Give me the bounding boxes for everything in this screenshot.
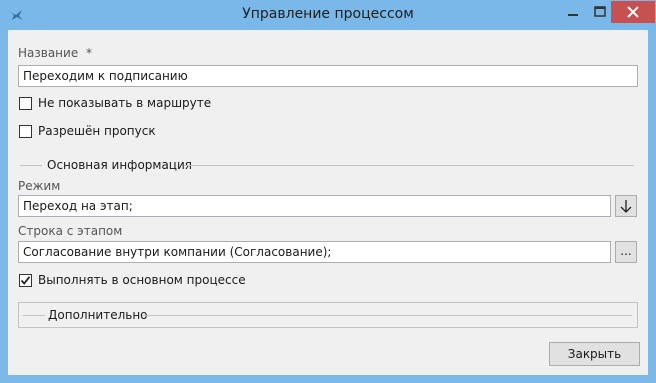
mode-label: Режим	[18, 179, 61, 193]
maximize-icon	[594, 6, 606, 17]
mode-select-button[interactable]	[615, 195, 637, 217]
skip-allowed-checkbox[interactable]	[19, 125, 32, 138]
hide-in-route-label: Не показывать в маршруте	[38, 96, 212, 110]
minimize-button[interactable]	[559, 1, 587, 23]
title-bar[interactable]: Управление процессом	[0, 0, 656, 30]
arrow-down-icon	[620, 200, 632, 213]
required-mark: *	[86, 46, 93, 60]
name-label-text: Название	[18, 46, 79, 60]
name-label: Название *	[18, 46, 92, 60]
hide-in-route-checkbox[interactable]	[19, 97, 32, 110]
stage-row-input[interactable]: Согласование внутри компании (Согласован…	[18, 241, 611, 263]
additional-group[interactable]: Дополнительно	[18, 302, 638, 328]
stage-row-label: Строка с этапом	[18, 224, 123, 238]
name-input[interactable]: Переходим к подписанию	[18, 65, 638, 87]
section-line-right	[184, 165, 634, 166]
additional-line-left	[23, 315, 45, 316]
maximize-button[interactable]	[586, 1, 614, 23]
section-line-left	[20, 165, 42, 166]
main-info-section-title: Основная информация	[47, 158, 192, 172]
process-management-window: Управление процессом Название * Переходи…	[0, 0, 656, 383]
minimize-icon	[568, 14, 578, 16]
mode-input[interactable]: Переход на этап;	[18, 195, 611, 217]
additional-section-title: Дополнительно	[48, 308, 148, 322]
run-in-main-label: Выполнять в основном процессе	[38, 273, 246, 287]
additional-line-right	[142, 315, 632, 316]
checkmark-icon	[20, 276, 31, 285]
close-button[interactable]: Закрыть	[549, 342, 640, 366]
dialog-content: Название * Переходим к подписанию Не пок…	[8, 30, 648, 375]
close-icon	[627, 6, 639, 18]
close-window-button[interactable]	[611, 1, 655, 23]
skip-allowed-label: Разрешён пропуск	[38, 124, 156, 138]
stage-row-browse-button[interactable]: ...	[615, 241, 637, 263]
run-in-main-checkbox[interactable]	[19, 274, 32, 287]
window-title: Управление процессом	[242, 6, 414, 22]
